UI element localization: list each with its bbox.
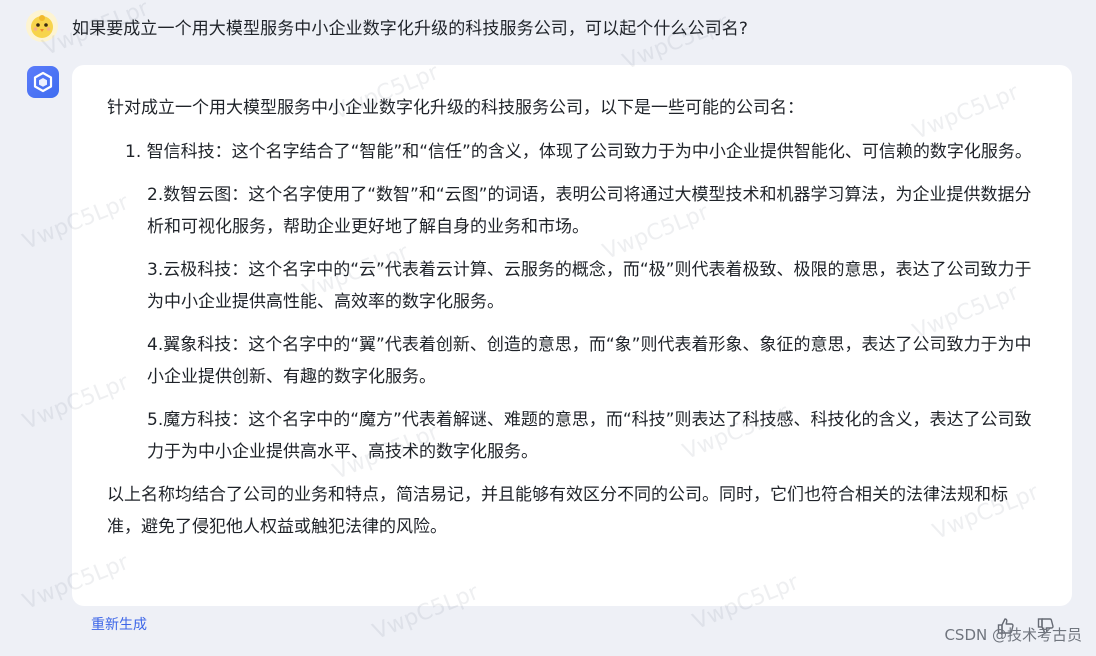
list-item-text: 3.云极科技：这个名字中的“云”代表着云计算、云服务的概念，而“极”则代表着极致…: [147, 260, 1032, 312]
regenerate-button[interactable]: 重新生成: [91, 614, 147, 634]
list-item-text: 2.数智云图：这个名字使用了“数智”和“云图”的词语，表明公司将通过大模型技术和…: [147, 185, 1032, 237]
list-item-text: 4.翼象科技：这个名字中的“翼”代表着创新、创造的意思，而“象”则代表着形象、象…: [147, 335, 1032, 387]
list-item: 1. 智信科技：这个名字结合了“智能”和“信任”的含义，体现了公司致力于为中小企…: [125, 136, 1036, 168]
list-item-text: 5.魔方科技：这个名字中的“魔方”代表着解谜、难题的意思，而“科技”则表达了科技…: [147, 410, 1032, 462]
company-name-list: 1. 智信科技：这个名字结合了“智能”和“信任”的含义，体现了公司致力于为中小企…: [107, 136, 1036, 468]
cube-logo-icon: [27, 66, 59, 98]
list-item: 4.翼象科技：这个名字中的“翼”代表着创新、创造的意思，而“象”则代表着形象、象…: [147, 329, 1036, 393]
user-message-row: 如果要成立一个用大模型服务中小企业数字化升级的科技服务公司，可以起个什么公司名?: [26, 8, 748, 44]
list-item: 2.数智云图：这个名字使用了“数智”和“云图”的词语，表明公司将通过大模型技术和…: [147, 179, 1036, 243]
list-item: 5.魔方科技：这个名字中的“魔方”代表着解谜、难题的意思，而“科技”则表达了科技…: [147, 404, 1036, 468]
chick-avatar-icon: [26, 10, 58, 42]
answer-card: 针对成立一个用大模型服务中小企业数字化升级的科技服务公司，以下是一些可能的公司名…: [72, 65, 1072, 606]
list-item-text: 智信科技：这个名字结合了“智能”和“信任”的含义，体现了公司致力于为中小企业提供…: [146, 142, 1032, 162]
answer-summary: 以上名称均结合了公司的业务和特点，简洁易记，并且能够有效区分不同的公司。同时，它…: [107, 485, 1008, 537]
csdn-credit: CSDN @技术考古员: [944, 626, 1082, 644]
list-item: 3.云极科技：这个名字中的“云”代表着云计算、云服务的概念，而“极”则代表着极致…: [147, 254, 1036, 318]
user-question: 如果要成立一个用大模型服务中小企业数字化升级的科技服务公司，可以起个什么公司名?: [72, 18, 749, 39]
list-item-number: 1.: [125, 142, 147, 162]
answer-intro: 针对成立一个用大模型服务中小企业数字化升级的科技服务公司，以下是一些可能的公司名…: [107, 98, 804, 118]
